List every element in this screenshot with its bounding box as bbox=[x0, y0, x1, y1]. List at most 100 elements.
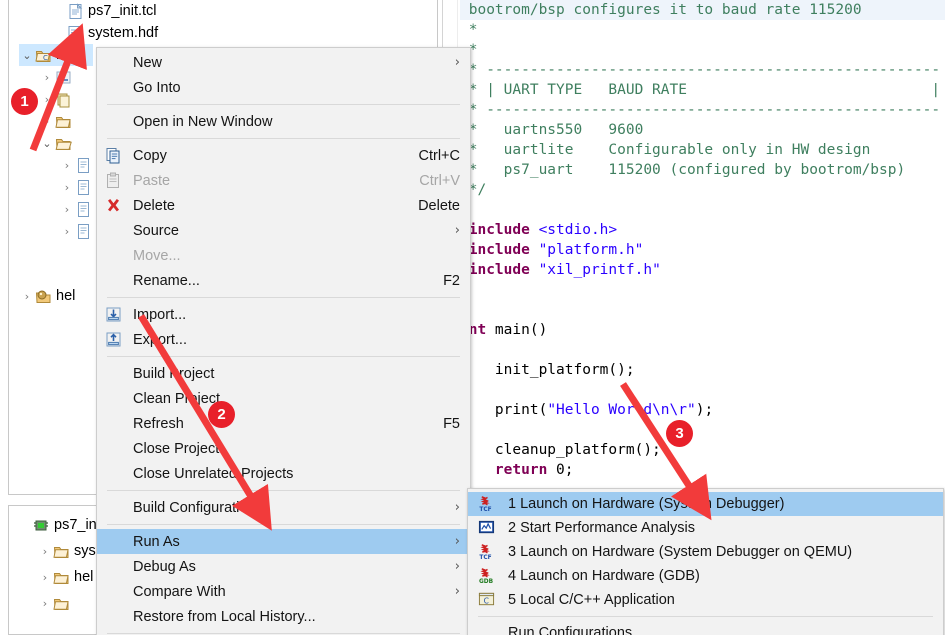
menu-item-label: Refresh bbox=[133, 415, 184, 432]
menu-item-close-project[interactable]: Close Project bbox=[97, 436, 470, 461]
twisty-collapsed-icon[interactable]: › bbox=[59, 159, 75, 172]
code-line: #include <stdio.h> bbox=[460, 220, 945, 240]
menu-item-rename[interactable]: Rename... F2 bbox=[97, 268, 470, 293]
tree-item[interactable]: system.hdf bbox=[51, 22, 158, 44]
menu-item-label: Clean Project bbox=[133, 390, 221, 407]
submenu-item-label: Run Configurations... bbox=[508, 625, 645, 635]
code-line: print("Hello World\n\r"); bbox=[460, 400, 945, 420]
menu-item-debug-as[interactable]: Debug As › bbox=[97, 554, 470, 579]
menu-item-open-in-new-window[interactable]: Open in New Window bbox=[97, 109, 470, 134]
c-app-icon: C bbox=[478, 591, 496, 609]
twisty-collapsed-icon[interactable]: › bbox=[39, 93, 55, 106]
twisty-expanded-icon[interactable]: ⌄ bbox=[39, 137, 55, 150]
tree-item[interactable]: ps7_init.tcl bbox=[51, 0, 157, 22]
submenu-arrow-icon: › bbox=[454, 500, 460, 515]
twisty-collapsed-icon[interactable]: › bbox=[37, 597, 53, 610]
menu-item-copy[interactable]: Copy Ctrl+C bbox=[97, 143, 470, 168]
menu-item-paste: Paste Ctrl+V bbox=[97, 168, 470, 193]
code-line: #include "platform.h" bbox=[460, 240, 945, 260]
menu-item-label: Export... bbox=[133, 331, 187, 348]
code-token: * --------------------------------------… bbox=[460, 102, 941, 118]
tree-item[interactable]: › bbox=[39, 66, 76, 88]
code-token: cleanup_platform(); bbox=[460, 442, 661, 458]
run-as-submenu[interactable]: TCF 1 Launch on Hardware (System Debugger… bbox=[467, 488, 944, 635]
code-line: cleanup_platform(); bbox=[460, 440, 945, 460]
tree-item[interactable]: › bbox=[39, 110, 76, 132]
menu-item-shortcut: Ctrl+V bbox=[419, 172, 460, 189]
submenu-item-3-launch-on-hardware-system-debugger-on-qemu[interactable]: TCF 3 Launch on Hardware (System Debugger… bbox=[468, 540, 943, 564]
code-token: * uartlite Configurable only in HW desig… bbox=[460, 142, 871, 158]
menu-item-import[interactable]: Import... bbox=[97, 302, 470, 327]
twisty-expanded-icon[interactable]: ⌄ bbox=[19, 49, 35, 62]
menu-item-label: Close Unrelated Projects bbox=[133, 465, 294, 482]
tree-item-label: hel bbox=[56, 288, 76, 304]
code-line: */ bbox=[460, 180, 945, 200]
submenu-item-4-launch-on-hardware-gdb[interactable]: GDB 4 Launch on Hardware (GDB) bbox=[468, 564, 943, 588]
code-token: 0; bbox=[556, 462, 574, 478]
project-context-menu[interactable]: New › Go Into Open in New Window Copy Ctrl+C P… bbox=[96, 47, 471, 635]
menu-separator bbox=[107, 633, 460, 634]
menu-item-label: Move... bbox=[133, 247, 181, 264]
tree-item[interactable]: › bbox=[59, 198, 96, 220]
submenu-arrow-icon: › bbox=[454, 559, 460, 574]
twisty-collapsed-icon[interactable]: › bbox=[59, 181, 75, 194]
menu-item-shortcut: Ctrl+C bbox=[418, 147, 461, 164]
twisty-collapsed-icon[interactable]: › bbox=[37, 571, 53, 584]
twisty-collapsed-icon[interactable]: › bbox=[39, 115, 55, 128]
menu-item-label: Compare With bbox=[133, 583, 226, 600]
code-token: "xil_printf.h" bbox=[538, 262, 661, 278]
submenu-item-run-configurations[interactable]: Run Configurations... bbox=[468, 621, 943, 635]
code-token: ); bbox=[695, 402, 714, 418]
folder-icon bbox=[53, 569, 70, 586]
tree-item[interactable]: ⌄ Chel bbox=[19, 44, 94, 66]
tree-item[interactable]: › bbox=[59, 176, 96, 198]
code-line: * | UART TYPE BAUD RATE | bbox=[460, 80, 945, 100]
menu-item-build-configurations[interactable]: Build Configurations › bbox=[97, 495, 470, 520]
tree-item[interactable]: › bbox=[37, 592, 74, 614]
menu-item-label: Run As bbox=[133, 533, 180, 550]
tree-item-label: ps7_init.tcl bbox=[88, 3, 157, 19]
menu-item-shortcut: F2 bbox=[443, 272, 460, 289]
file-icon bbox=[75, 223, 92, 240]
tree-item-label: hel bbox=[56, 47, 76, 63]
tree-item[interactable]: › bbox=[39, 88, 76, 110]
menu-item-go-into[interactable]: Go Into bbox=[97, 75, 470, 100]
menu-item-source[interactable]: Source › bbox=[97, 218, 470, 243]
menu-item-clean-project[interactable]: Clean Project bbox=[97, 386, 470, 411]
tree-item[interactable]: › bbox=[59, 220, 96, 242]
tree-item[interactable]: ⌄ bbox=[39, 132, 76, 154]
menu-item-new[interactable]: New › bbox=[97, 50, 470, 75]
code-line: init_platform(); bbox=[460, 360, 945, 380]
tree-item[interactable]: › hel bbox=[37, 566, 94, 588]
menu-item-close-unrelated-projects[interactable]: Close Unrelated Projects bbox=[97, 461, 470, 486]
file-icon bbox=[75, 157, 92, 174]
menu-item-shortcut: Delete bbox=[418, 197, 460, 214]
menu-item-refresh[interactable]: Refresh F5 bbox=[97, 411, 470, 436]
menu-item-export[interactable]: Export... bbox=[97, 327, 470, 352]
svg-text:TCF: TCF bbox=[479, 507, 491, 512]
svg-text:C: C bbox=[43, 54, 48, 62]
menu-item-compare-with[interactable]: Compare With › bbox=[97, 579, 470, 604]
menu-item-delete[interactable]: Delete Delete bbox=[97, 193, 470, 218]
submenu-item-2-start-performance-analysis[interactable]: 2 Start Performance Analysis bbox=[468, 516, 943, 540]
menu-item-build-project[interactable]: Build Project bbox=[97, 361, 470, 386]
gdb-icon: GDB bbox=[478, 567, 496, 585]
twisty-collapsed-icon[interactable]: › bbox=[37, 545, 53, 558]
editor-code-area[interactable]: bootrom/bsp configures it to baud rate 1… bbox=[460, 0, 945, 500]
code-line: * bbox=[460, 20, 945, 40]
submenu-item-5-local-c-c-application[interactable]: C 5 Local C/C++ Application bbox=[468, 588, 943, 612]
tcf-icon: TCF bbox=[478, 543, 496, 561]
menu-item-restore-from-local-history[interactable]: Restore from Local History... bbox=[97, 604, 470, 629]
twisty-collapsed-icon[interactable]: › bbox=[19, 290, 35, 303]
submenu-item-1-launch-on-hardware-system-debugger[interactable]: TCF 1 Launch on Hardware (System Debugger… bbox=[468, 492, 943, 516]
twisty-collapsed-icon[interactable]: › bbox=[59, 225, 75, 238]
code-token: bootrom/bsp configures it to baud rate 1… bbox=[460, 2, 862, 18]
menu-item-move: Move... bbox=[97, 243, 470, 268]
hdf-file-icon bbox=[67, 25, 84, 42]
tree-item[interactable]: › bbox=[59, 154, 96, 176]
menu-item-run-as[interactable]: Run As › bbox=[97, 529, 470, 554]
twisty-collapsed-icon[interactable]: › bbox=[59, 203, 75, 216]
folder-icon bbox=[53, 595, 70, 612]
tree-item[interactable]: › hel bbox=[19, 285, 76, 307]
twisty-collapsed-icon[interactable]: › bbox=[39, 71, 55, 84]
